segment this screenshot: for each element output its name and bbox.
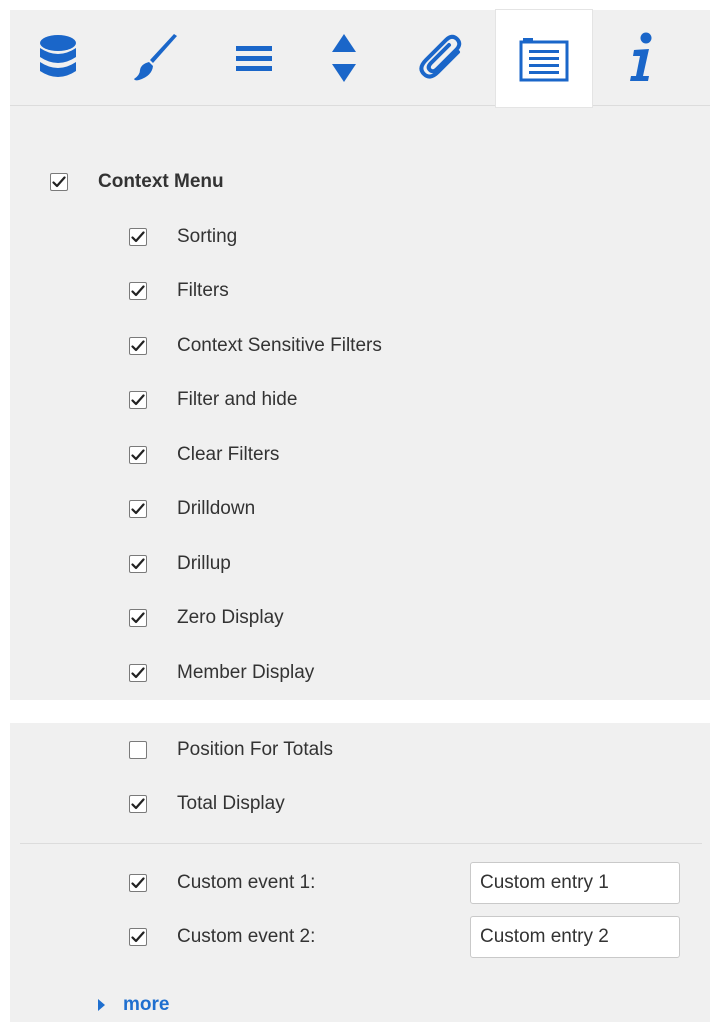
member-display-label: Member Display: [177, 662, 315, 683]
custom-event-1-label: Custom event 1:: [177, 872, 316, 893]
sort-arrows-icon: [331, 33, 357, 83]
option-zero-display: Zero Display: [129, 604, 284, 632]
filters-checkbox[interactable]: [129, 282, 147, 300]
tab-data[interactable]: [10, 10, 106, 106]
context-sensitive-filters-label: Context Sensitive Filters: [177, 335, 382, 356]
check-icon: [131, 231, 145, 243]
caret-right-icon: [98, 999, 105, 1011]
tab-attachments[interactable]: [394, 10, 490, 106]
option-filter-and-hide: Filter and hide: [129, 386, 297, 414]
option-filters: Filters: [129, 277, 229, 305]
tab-layout[interactable]: [206, 10, 302, 106]
settings-panel: Context Menu Sorting Filters Context Sen…: [10, 10, 710, 700]
sorting-checkbox[interactable]: [129, 228, 147, 246]
check-icon: [131, 558, 145, 570]
context-menu-checkbox[interactable]: [50, 173, 68, 191]
check-icon: [131, 449, 145, 461]
check-icon: [131, 877, 145, 889]
zero-display-checkbox[interactable]: [129, 609, 147, 627]
check-icon: [131, 394, 145, 406]
option-member-display: Member Display: [129, 659, 314, 687]
filter-and-hide-label: Filter and hide: [177, 389, 298, 410]
member-display-checkbox[interactable]: [129, 664, 147, 682]
context-menu-label: Context Menu: [98, 171, 224, 192]
option-drillup: Drillup: [129, 550, 231, 578]
custom-event-1-input[interactable]: [470, 862, 680, 904]
info-icon: [628, 32, 656, 84]
section-divider: [20, 843, 702, 844]
clear-filters-checkbox[interactable]: [129, 446, 147, 464]
database-icon: [38, 34, 78, 82]
filters-label: Filters: [177, 280, 229, 301]
position-for-totals-label: Position For Totals: [177, 739, 333, 760]
tab-sorting[interactable]: [296, 10, 392, 106]
position-for-totals-checkbox[interactable]: [129, 741, 147, 759]
check-icon: [131, 931, 145, 943]
custom-event-1-checkbox[interactable]: [129, 874, 147, 892]
check-icon: [131, 285, 145, 297]
more-link[interactable]: more: [98, 991, 169, 1019]
option-drilldown: Drilldown: [129, 495, 255, 523]
total-display-label: Total Display: [177, 793, 285, 814]
option-context-sensitive-filters: Context Sensitive Filters: [129, 332, 382, 360]
custom-event-2-input[interactable]: [470, 916, 680, 958]
drillup-label: Drillup: [177, 553, 231, 574]
menu-lines-icon: [236, 44, 272, 72]
tab-context-menu[interactable]: [496, 10, 592, 107]
tab-info[interactable]: [594, 10, 690, 106]
settings-panel-continued: Position For Totals Total Display Custom…: [10, 723, 710, 1022]
option-total-display: Total Display: [129, 790, 285, 818]
context-menu-row: Context Menu: [50, 168, 224, 196]
brush-icon: [131, 33, 181, 83]
drilldown-checkbox[interactable]: [129, 500, 147, 518]
check-icon: [131, 340, 145, 352]
more-label: more: [123, 994, 170, 1015]
check-icon: [131, 503, 145, 515]
check-icon: [52, 176, 66, 188]
check-icon: [131, 612, 145, 624]
custom-event-1-row: Custom event 1:: [129, 869, 315, 897]
clear-filters-label: Clear Filters: [177, 444, 280, 465]
sorting-label: Sorting: [177, 226, 238, 247]
list-icon: [519, 36, 569, 82]
check-icon: [131, 798, 145, 810]
option-position-for-totals: Position For Totals: [129, 736, 333, 764]
context-sensitive-filters-checkbox[interactable]: [129, 337, 147, 355]
option-clear-filters: Clear Filters: [129, 441, 279, 469]
option-sorting: Sorting: [129, 223, 237, 251]
toolbar: [10, 10, 710, 107]
zero-display-label: Zero Display: [177, 607, 284, 628]
filter-and-hide-checkbox[interactable]: [129, 391, 147, 409]
custom-event-2-label: Custom event 2:: [177, 926, 316, 947]
paperclip-icon: [416, 32, 468, 84]
tab-style[interactable]: [108, 10, 204, 106]
drilldown-label: Drilldown: [177, 498, 256, 519]
check-icon: [131, 667, 145, 679]
total-display-checkbox[interactable]: [129, 795, 147, 813]
custom-event-2-row: Custom event 2:: [129, 923, 315, 951]
custom-event-2-checkbox[interactable]: [129, 928, 147, 946]
drillup-checkbox[interactable]: [129, 555, 147, 573]
